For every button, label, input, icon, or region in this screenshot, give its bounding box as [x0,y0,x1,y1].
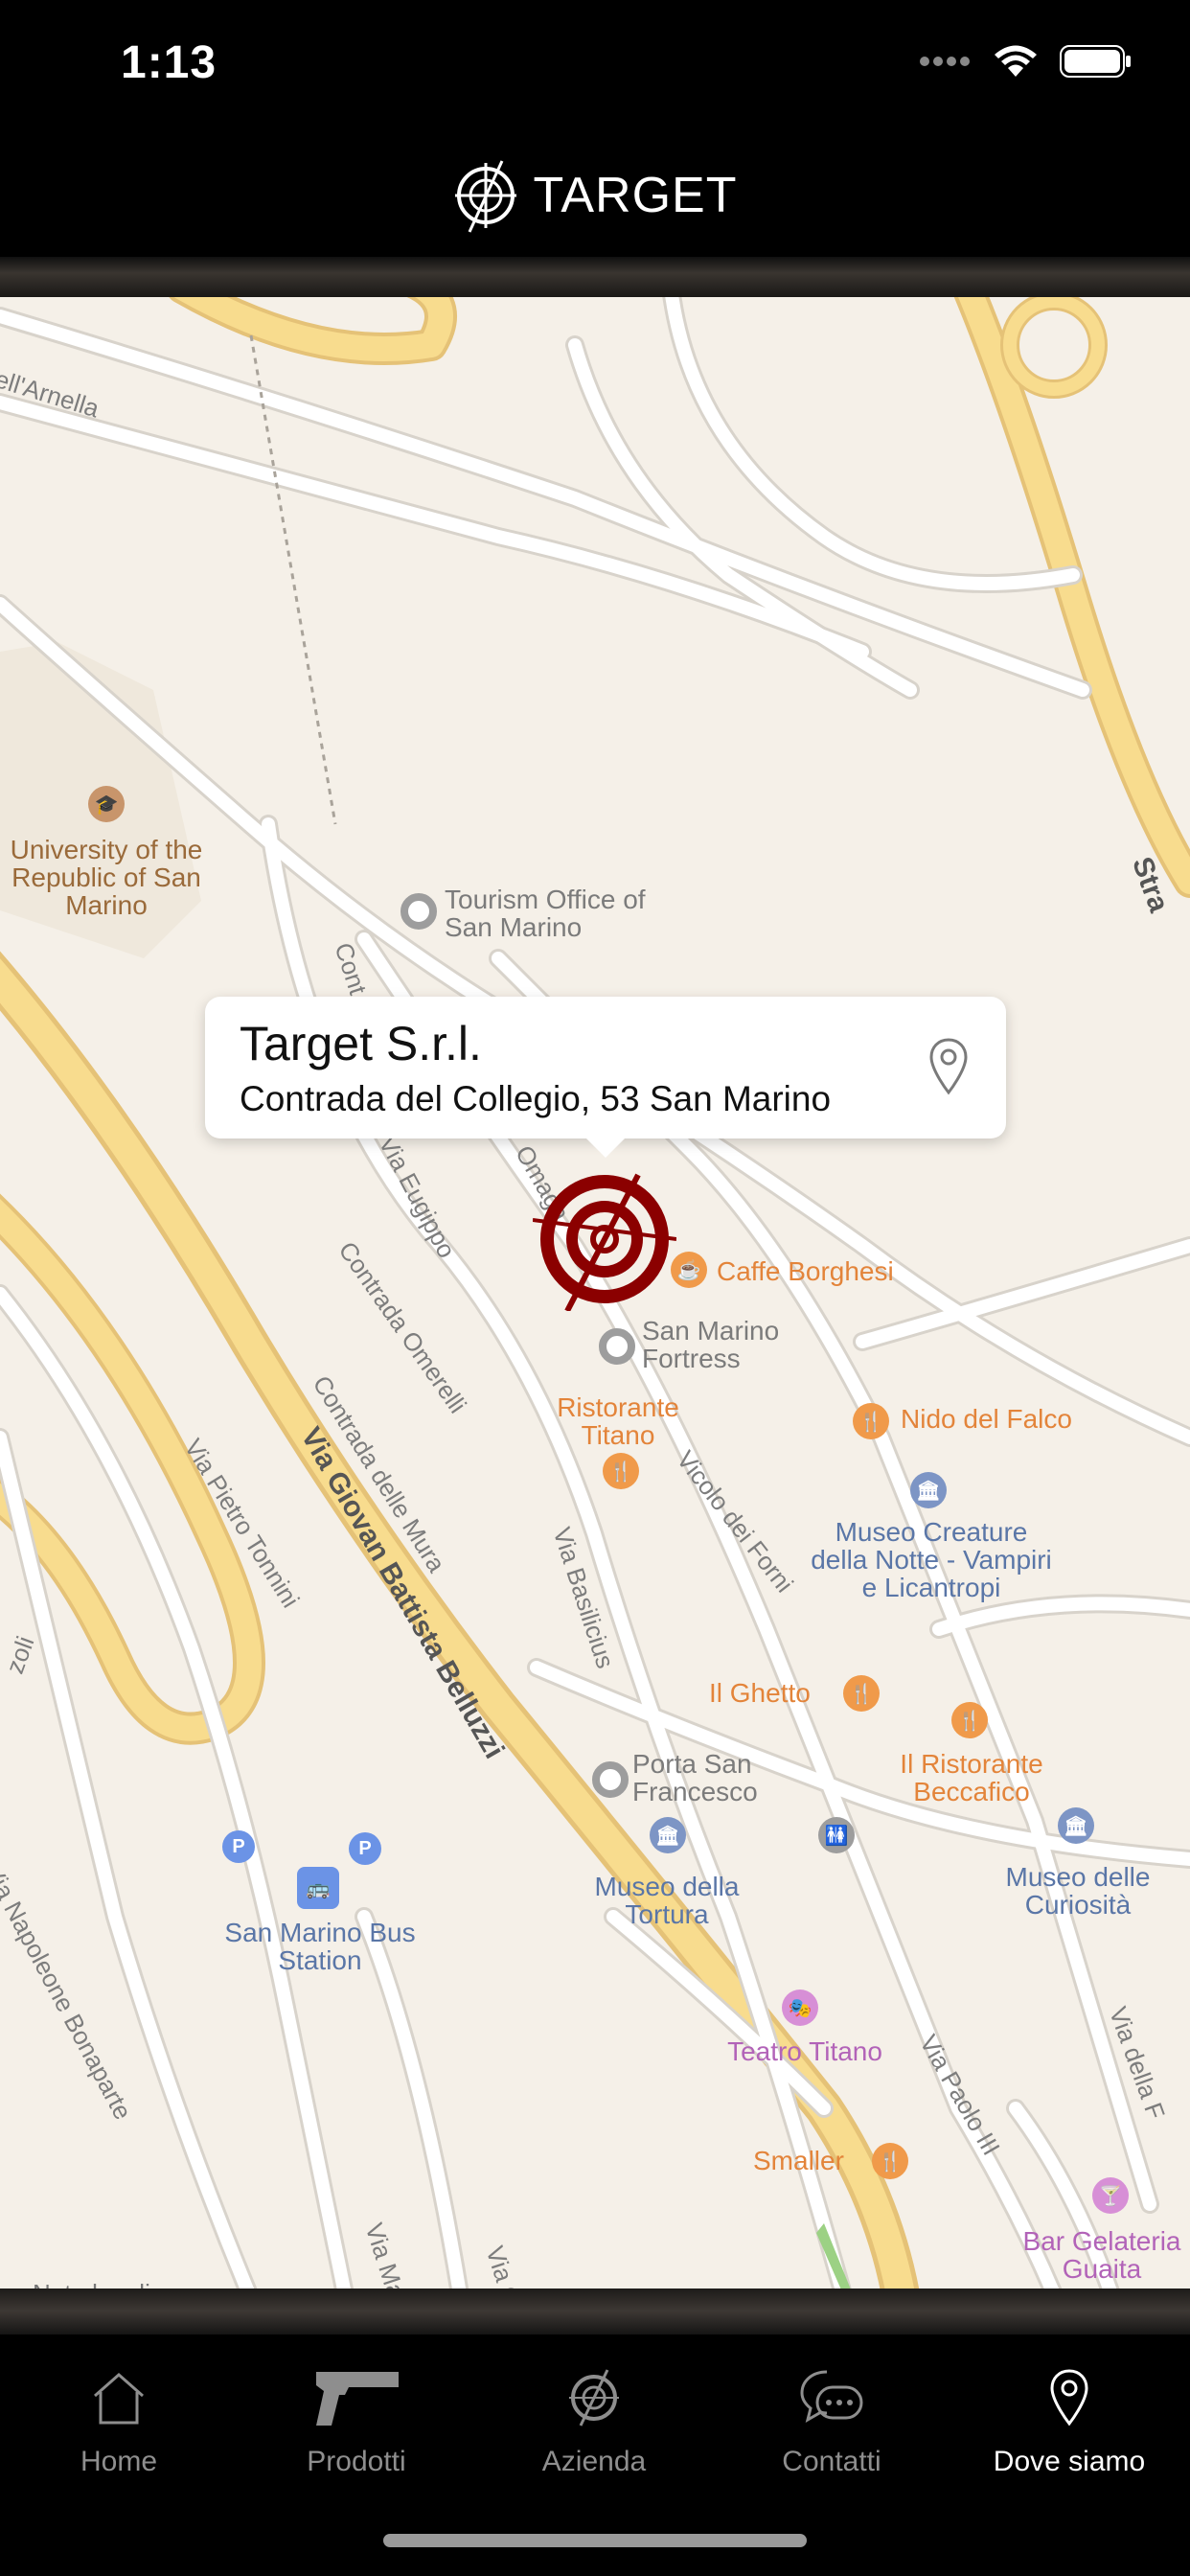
tab-contatti-label: Contatti [782,2446,881,2477]
poi-label-beccafico: Il Ristorante Beccafico [900,1749,1043,1806]
museum-icon[interactable]: 🏛 [910,1472,947,1508]
tourism-pin-icon[interactable] [400,893,437,930]
poi-label-caffe: Caffe Borghesi [717,1256,894,1286]
grunge-border-bottom [0,2288,1190,2338]
location-callout[interactable]: Target S.r.l. Contrada del Collegio, 53 … [205,997,1006,1138]
crosshair-logo-icon [455,160,517,233]
poi-label-museo-creature: Museo Creature della Notte - Vampiri e L… [811,1517,1052,1602]
wifi-icon [995,45,1037,77]
pistol-icon [316,2372,399,2426]
tab-home[interactable]: Home [0,2359,238,2503]
nav-title: TARGET [533,168,738,223]
grunge-border-top [0,257,1190,297]
fortress-pin-icon[interactable] [599,1328,635,1365]
tab-prodotti[interactable]: Prodotti [238,2359,475,2503]
poi-label-fortress: San Marino Fortress [642,1316,780,1373]
restaurant-icon[interactable]: 🍴 [872,2143,908,2179]
home-icon [94,2373,144,2425]
poi-label-ristorante-titano: Ristorante Titano [557,1392,679,1450]
signal-icon [920,57,970,66]
museum-icon[interactable]: 🏛 [650,1817,686,1853]
restaurant-icon[interactable]: 🍴 [603,1453,639,1489]
status-time: 1:13 [121,37,217,88]
home-indicator[interactable] [383,2534,807,2547]
poi-label-teatro: Teatro Titano [727,2036,882,2066]
tab-azienda[interactable]: Azienda [475,2359,713,2503]
crosshair-icon [569,2369,619,2426]
chat-bubbles-icon [800,2370,863,2424]
poi-label-smaller: Smaller [753,2146,844,2175]
poi-label-tourism: Tourism Office of San Marino [445,885,646,942]
callout-arrow [584,1137,627,1158]
target-location-marker-icon[interactable] [533,1167,676,1311]
tab-contatti[interactable]: Contatti [713,2359,950,2503]
restaurant-icon[interactable]: 🍴 [843,1675,880,1712]
tab-dove-siamo-label: Dove siamo [993,2446,1146,2477]
tab-bar: Home Prodotti Azienda Contatti Dove siam… [0,2334,1190,2576]
location-pin-icon[interactable] [927,1037,970,1096]
poi-label-nido: Nido del Falco [901,1404,1072,1434]
restaurant-icon[interactable]: 🍴 [853,1403,889,1439]
poi-label-porta: Porta San Francesco [632,1749,758,1806]
poi-label-bus-station: San Marino Bus Station [224,1918,416,1975]
poi-label-ghetto: Il Ghetto [709,1678,811,1708]
battery-icon [1060,45,1131,78]
poi-label-museo-tortura: Museo della Tortura [594,1872,740,1929]
status-bar: 1:13 [0,0,1190,134]
cocktail-icon[interactable]: 🍸 [1092,2177,1129,2214]
university-icon[interactable]: 🎓 [88,786,125,822]
museum-icon[interactable]: 🏛 [1058,1807,1094,1844]
tab-home-label: Home [80,2446,158,2477]
porta-pin-icon[interactable] [592,1761,629,1798]
poi-label-university: University of the Republic of San Marino [10,835,203,920]
status-icons [918,44,1133,79]
poi-label-bar: Bar Gelateria Guaita [1022,2226,1181,2284]
theater-icon[interactable]: 🎭 [782,1990,818,2026]
parking-icon[interactable]: P [222,1830,255,1863]
navigation-bar: TARGET [0,134,1190,259]
parking-icon[interactable]: P [349,1832,381,1865]
tab-dove-siamo[interactable]: Dove siamo [950,2359,1188,2503]
poi-label-museo-curiosita: Museo delle Curiosità [1005,1862,1151,1920]
nav-logo: TARGET [0,155,1190,236]
callout-address: Contrada del Collegio, 53 San Marino [240,1079,832,1118]
restroom-icon[interactable]: 🚻 [818,1817,855,1853]
bus-icon[interactable]: 🚌 [297,1867,339,1909]
restaurant-icon[interactable]: 🍴 [951,1702,988,1738]
tab-azienda-label: Azienda [541,2446,647,2477]
map-view[interactable]: 🎓 ☕ 🍴 🍴 🏛 🍴 🍴 🚻 🏛 🏛 P P 🚌 🎭 🍴 🍸 Universi… [0,288,1190,2294]
tab-prodotti-label: Prodotti [307,2446,406,2477]
location-pin-icon [1050,2369,1088,2426]
callout-title: Target S.r.l. [240,1017,482,1070]
